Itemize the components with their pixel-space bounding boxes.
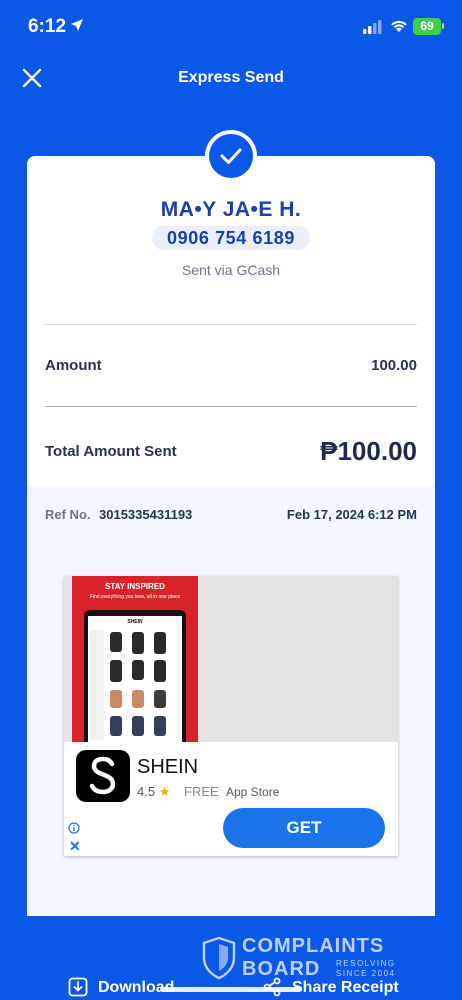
ad-promo-panel: STAY INSPIRED Find everything you love, …: [72, 576, 198, 742]
ad-image[interactable]: STAY INSPIRED Find everything you love, …: [64, 576, 398, 742]
sent-via-label: Sent via GCash: [181, 262, 281, 278]
watermark-line3: RESOLVING: [336, 959, 396, 968]
ad-app-name[interactable]: SHEIN: [137, 756, 198, 779]
star-icon: ★: [158, 784, 171, 799]
recipient-name: MA•Y JA•E H.: [160, 198, 302, 221]
watermark-line1: COMPLAINTS: [242, 935, 385, 957]
battery-level: 69: [413, 18, 441, 35]
amount-label: Amount: [45, 357, 102, 374]
watermark-shield-icon: [202, 936, 236, 980]
ad-banner[interactable]: STAY INSPIRED Find everything you love, …: [64, 576, 398, 856]
divider: [45, 324, 417, 325]
recipient-phone: 0906 754 6189: [167, 228, 295, 248]
ad-rating: 4.5 ★: [137, 784, 170, 800]
home-indicator: [160, 987, 302, 992]
ad-promo-subtitle: Find everything you love, all in one pla…: [89, 594, 181, 600]
get-button[interactable]: GET: [223, 808, 385, 848]
page-title: Express Send: [178, 69, 284, 86]
checkmark-icon: [220, 148, 242, 164]
tablet-image: SHEIN: [84, 610, 186, 742]
rating-value: 4.5: [137, 784, 156, 799]
total-label: Total Amount Sent: [45, 443, 177, 460]
tablet-screen: SHEIN: [88, 616, 182, 742]
transaction-date: Feb 17, 2024 6:12 PM: [286, 507, 417, 522]
ref-number: 3015335431193: [99, 507, 193, 522]
download-icon: [68, 977, 88, 997]
divider: [45, 406, 417, 407]
ad-info-icon[interactable]: [68, 822, 80, 834]
cellular-signal-icon: [363, 20, 382, 34]
status-time: 6:12: [28, 16, 67, 37]
receipt-footer: Ref No. 3015335431193 Feb 17, 2024 6:12 …: [27, 486, 435, 916]
status-bar: 6:12 69: [0, 0, 462, 54]
ref-label: Ref No.: [45, 507, 91, 522]
total-value: ₱100.00: [320, 436, 417, 466]
location-arrow-icon: [71, 19, 83, 31]
battery-tip: [442, 23, 444, 29]
check-circle: [209, 134, 253, 178]
amount-value: 100.00: [371, 357, 417, 374]
receipt-card: MA•Y JA•E H. 0906 754 6189 Sent via GCas…: [27, 156, 435, 916]
ad-price: FREE: [184, 784, 219, 799]
product-grid-image: [90, 630, 166, 740]
shein-logo-icon: [89, 756, 116, 795]
ad-promo-heading: STAY INSPIRED: [105, 582, 165, 591]
tablet-logo: SHEIN: [127, 619, 143, 625]
share-receipt-label: Share Receipt: [292, 979, 399, 996]
receipt-torn-edge: [27, 892, 435, 916]
shein-app-icon[interactable]: [76, 750, 130, 802]
wifi-icon: [391, 20, 407, 32]
success-badge: [205, 130, 257, 182]
ad-store: App Store: [226, 785, 280, 799]
watermark-line4: SINCE 2004: [336, 969, 396, 978]
ad-close-icon[interactable]: ✕: [69, 838, 81, 855]
